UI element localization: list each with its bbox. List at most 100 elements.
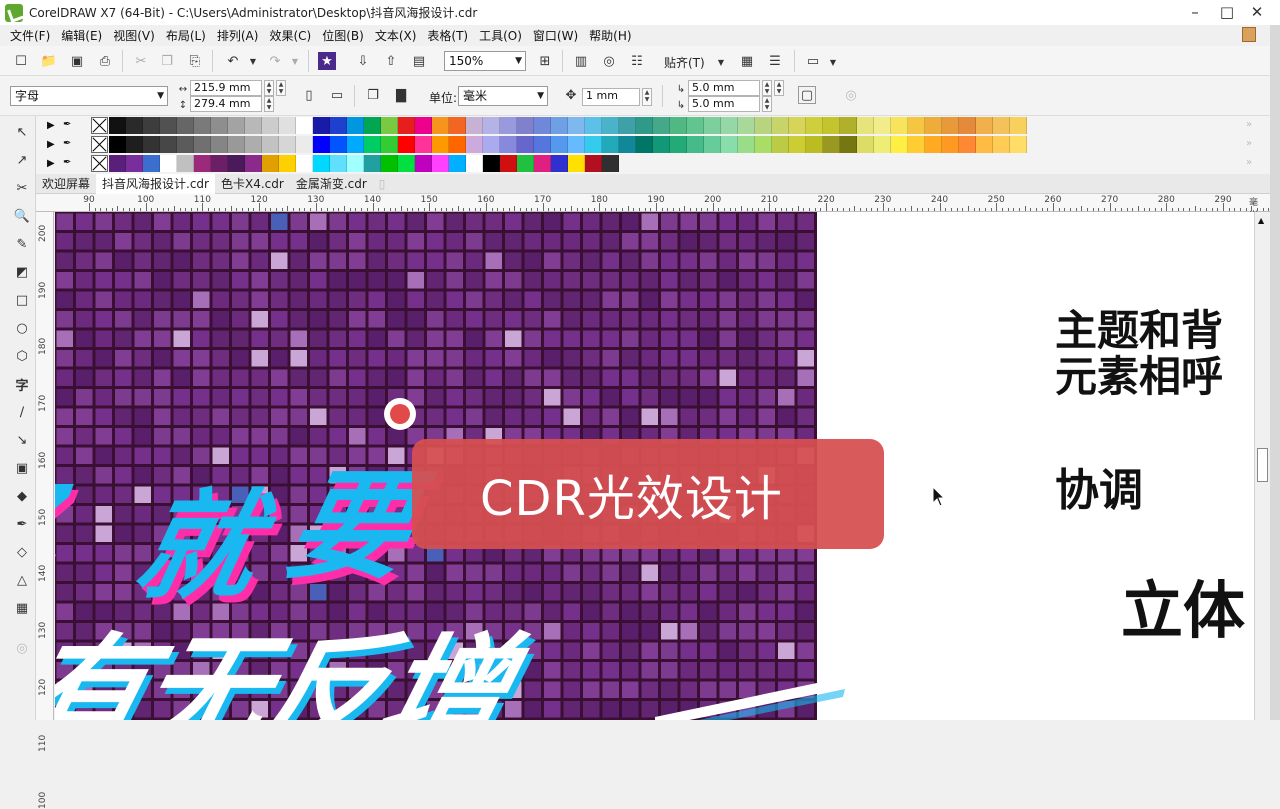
color-swatch[interactable] <box>211 155 228 172</box>
color-swatch[interactable] <box>806 117 823 134</box>
snap-to-label[interactable]: 贴齐(T) <box>664 54 705 71</box>
color-swatch[interactable] <box>534 155 551 172</box>
undo-icon[interactable]: ↶ <box>224 52 242 70</box>
menu-effects[interactable]: 效果(C) <box>269 27 311 44</box>
color-swatch[interactable] <box>840 136 857 153</box>
smart-fill-icon[interactable]: ◩ <box>12 262 32 282</box>
toolbox-add-icon[interactable]: ◎ <box>12 638 32 658</box>
color-swatch[interactable] <box>874 117 891 134</box>
landscape-icon[interactable]: ▭ <box>328 86 346 104</box>
units-combo[interactable]: 毫米 ▼ <box>458 86 548 106</box>
tab-douyin-poster[interactable]: 抖音风海报设计.cdr <box>96 173 215 194</box>
print-icon[interactable]: ⎙ <box>96 52 114 70</box>
no-color-swatch[interactable] <box>91 155 108 172</box>
nudge-distance-field[interactable]: 1 mm <box>582 88 640 106</box>
menu-edit[interactable]: 编辑(E) <box>61 27 102 44</box>
color-swatch[interactable] <box>874 136 891 153</box>
close-button[interactable]: ✕ <box>1244 2 1270 22</box>
duplicate-stepper-2[interactable]: ▲ ▼ <box>774 80 784 96</box>
menu-text[interactable]: 文本(X) <box>375 27 417 44</box>
color-swatch[interactable] <box>568 136 585 153</box>
freehand-tool-icon[interactable]: ✎ <box>12 234 32 254</box>
color-swatch[interactable] <box>143 155 160 172</box>
outline-pen-icon[interactable]: △ <box>12 570 32 590</box>
color-swatch[interactable] <box>109 117 126 134</box>
publish-pdf-icon[interactable]: ▤ <box>410 52 428 70</box>
page-height-stepper[interactable]: ▲ ▼ <box>264 96 274 112</box>
color-swatch[interactable] <box>262 117 279 134</box>
color-swatch[interactable] <box>551 136 568 153</box>
color-swatch[interactable] <box>262 155 279 172</box>
menu-help[interactable]: 帮助(H) <box>589 27 631 44</box>
horizontal-ruler[interactable]: 90 100 110 120 130 140 150 160 170 180 190 200 210 22… <box>36 194 1276 221</box>
color-swatch[interactable] <box>789 136 806 153</box>
color-swatch[interactable] <box>415 117 432 134</box>
transparency-tool-icon[interactable]: ◆ <box>12 486 32 506</box>
cut-icon[interactable]: ✂ <box>132 52 150 70</box>
color-swatch[interactable] <box>704 117 721 134</box>
color-swatch[interactable] <box>364 117 381 134</box>
tab-welcome[interactable]: 欢迎屏幕 <box>36 174 96 194</box>
color-swatch[interactable] <box>177 136 194 153</box>
color-swatch[interactable] <box>415 136 432 153</box>
color-swatch[interactable] <box>109 136 126 153</box>
text-tool-icon[interactable]: 字 <box>12 374 32 394</box>
interactive-fill-icon[interactable]: ◇ <box>12 542 32 562</box>
duplicate-y-stepper[interactable]: ▲ ▼ <box>762 96 772 112</box>
full-screen-preview-icon[interactable]: ▥ <box>572 52 590 70</box>
color-swatch[interactable] <box>245 155 262 172</box>
color-swatch[interactable] <box>228 155 245 172</box>
color-swatch[interactable] <box>245 117 262 134</box>
color-swatch[interactable] <box>381 117 398 134</box>
color-swatch[interactable] <box>1010 136 1027 153</box>
duplicate-y-field[interactable]: 5.0 mm <box>688 96 760 112</box>
color-swatch[interactable] <box>347 136 364 153</box>
color-swatch[interactable] <box>194 136 211 153</box>
color-swatch[interactable] <box>534 117 551 134</box>
color-swatch[interactable] <box>993 136 1010 153</box>
color-swatch[interactable] <box>483 136 500 153</box>
current-page-icon[interactable]: ▇ <box>392 86 410 104</box>
color-swatch[interactable] <box>432 117 449 134</box>
copy-icon[interactable]: ❐ <box>158 52 176 70</box>
ellipse-tool-icon[interactable]: ○ <box>12 318 32 338</box>
color-swatch[interactable] <box>891 136 908 153</box>
save-icon[interactable]: ▣ <box>68 52 86 70</box>
menu-layout[interactable]: 布局(L) <box>166 27 206 44</box>
color-swatch[interactable] <box>687 136 704 153</box>
page-width-stepper[interactable]: ▲ ▼ <box>264 80 274 96</box>
palette-row3-arrow-icon[interactable]: ▶ <box>47 158 55 169</box>
duplicate-x-field[interactable]: 5.0 mm <box>688 80 760 96</box>
color-swatch[interactable] <box>143 136 160 153</box>
color-swatch[interactable] <box>976 136 993 153</box>
color-swatch[interactable] <box>823 136 840 153</box>
color-swatch[interactable] <box>126 117 143 134</box>
menu-view[interactable]: 视图(V) <box>113 27 155 44</box>
color-swatch[interactable] <box>398 136 415 153</box>
color-swatch[interactable] <box>738 136 755 153</box>
color-swatch[interactable] <box>415 155 432 172</box>
color-swatch[interactable] <box>891 117 908 134</box>
page-size-stepper-2[interactable]: ▲ ▼ <box>276 80 286 96</box>
new-document-icon[interactable]: ☐ <box>12 52 30 70</box>
color-swatch[interactable] <box>551 117 568 134</box>
color-swatch[interactable] <box>602 117 619 134</box>
page-width-field[interactable]: 215.9 mm <box>190 80 262 96</box>
tab-color-card[interactable]: 色卡X4.cdr <box>215 174 290 194</box>
color-swatch[interactable] <box>585 155 602 172</box>
color-swatch[interactable] <box>772 136 789 153</box>
color-swatch[interactable] <box>296 136 313 153</box>
no-color-swatch[interactable] <box>91 136 108 153</box>
color-swatch[interactable] <box>466 117 483 134</box>
color-swatch[interactable] <box>347 155 364 172</box>
color-eyedropper-icon[interactable]: ✒ <box>12 514 32 534</box>
open-folder-icon[interactable]: 📁 <box>40 52 58 70</box>
color-swatch[interactable] <box>347 117 364 134</box>
color-swatch[interactable] <box>313 155 330 172</box>
redo-icon[interactable]: ↷ <box>266 52 284 70</box>
treat-as-filled-icon[interactable]: ◎ <box>842 86 860 104</box>
color-swatch[interactable] <box>330 136 347 153</box>
color-swatch[interactable] <box>653 117 670 134</box>
page-height-field[interactable]: 279.4 mm <box>190 96 262 112</box>
application-launcher-icon[interactable]: ☰ <box>766 52 784 70</box>
